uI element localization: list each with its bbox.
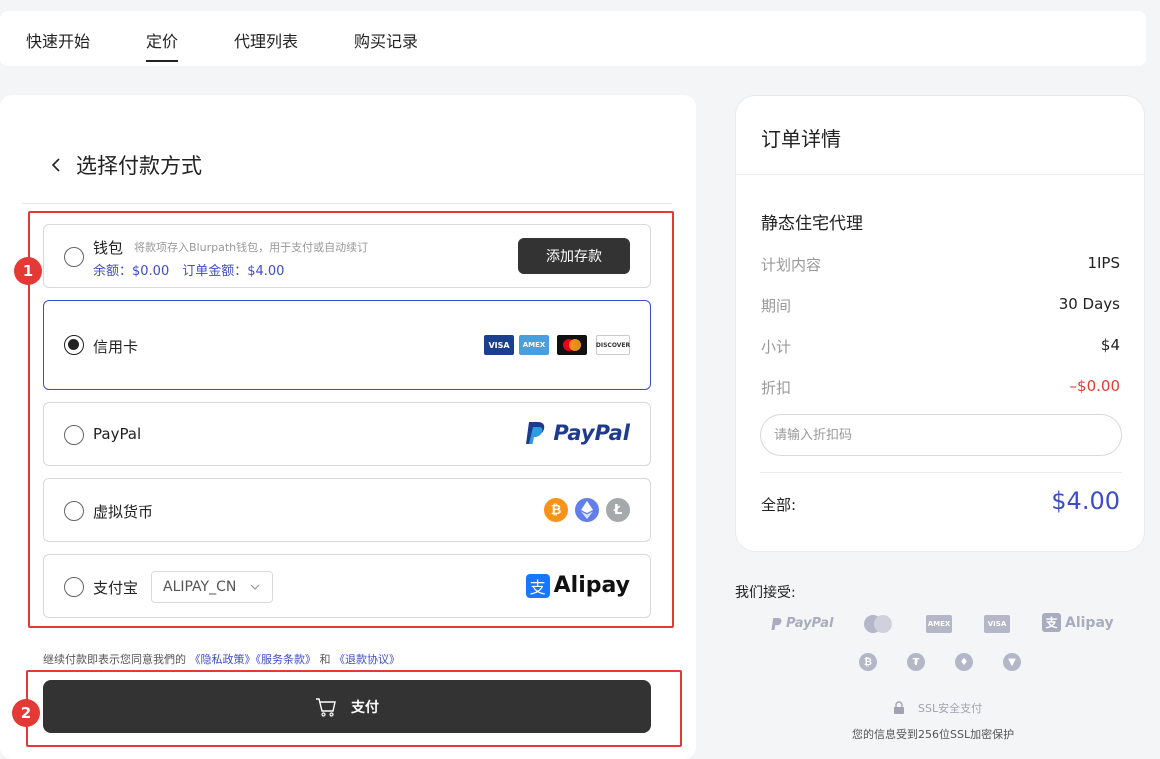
paypal-label: PayPal bbox=[93, 425, 142, 443]
divider bbox=[736, 174, 1144, 175]
alipay-icon: 支 bbox=[1042, 613, 1061, 632]
credit-card-label: 信用卡 bbox=[93, 338, 139, 356]
discount-label: 折扣 bbox=[761, 379, 792, 397]
wallet-radio[interactable] bbox=[64, 247, 84, 267]
subtotal-label: 小计 bbox=[761, 338, 792, 356]
annotation-badge-1: 1 bbox=[14, 257, 42, 285]
alipay-logo: 支 Alipay bbox=[525, 573, 630, 598]
coupon-input[interactable] bbox=[760, 414, 1122, 456]
litecoin-icon: Ł bbox=[606, 498, 630, 522]
accepted-payments-title: 我们接受: bbox=[735, 585, 796, 601]
bitcoin-icon: ₿ bbox=[544, 498, 568, 522]
divider bbox=[760, 472, 1122, 473]
visa-icon: VISA bbox=[484, 335, 514, 355]
refund-policy-link[interactable]: 《退款协议》 bbox=[334, 653, 400, 666]
tab-quick-start[interactable]: 快速开始 bbox=[26, 28, 90, 52]
mastercard-accepted-icon bbox=[862, 614, 894, 634]
period-value: 30 Days bbox=[1058, 295, 1120, 313]
amex-accepted-icon: AMEX bbox=[926, 615, 952, 633]
product-name: 静态住宅代理 bbox=[761, 214, 863, 234]
back-button[interactable]: 选择付款方式 bbox=[48, 150, 202, 180]
paypal-radio[interactable] bbox=[64, 425, 84, 445]
bitcoin-accepted-icon: ₿ bbox=[859, 653, 877, 671]
cart-icon bbox=[316, 697, 336, 717]
alipay-accepted-logo: 支 Alipay bbox=[1042, 613, 1114, 632]
lock-icon bbox=[894, 701, 904, 714]
discount-value: –$0.00 bbox=[1069, 377, 1120, 395]
amex-icon: AMEX bbox=[519, 335, 549, 355]
crypto-label: 虚拟货币 bbox=[93, 503, 154, 521]
alipay-region-value: ALIPAY_CN bbox=[163, 579, 237, 595]
order-title: 订单详情 bbox=[761, 127, 841, 151]
ssl-secure-row: SSL安全支付 bbox=[892, 700, 982, 716]
alipay-icon: 支 bbox=[525, 573, 550, 598]
plan-value: 1IPS bbox=[1087, 254, 1120, 272]
credit-card-radio[interactable] bbox=[64, 335, 84, 355]
tab-proxy-list[interactable]: 代理列表 bbox=[234, 28, 298, 52]
ethereum-accepted-icon: ♦ bbox=[955, 653, 973, 671]
period-label: 期间 bbox=[761, 297, 792, 315]
alipay-region-select[interactable]: ALIPAY_CN bbox=[151, 571, 273, 603]
payment-option-credit-card[interactable]: 信用卡 VISA AMEX DISCOVER bbox=[43, 300, 651, 390]
alipay-radio[interactable] bbox=[64, 577, 84, 597]
order-details-panel: 订单详情 静态住宅代理 计划内容 1IPS 期间 30 Days 小计 $4 折… bbox=[735, 95, 1145, 552]
chevron-left-icon bbox=[51, 158, 60, 172]
mastercard-icon bbox=[557, 335, 587, 355]
wallet-label: 钱包 bbox=[93, 239, 124, 257]
ethereum-icon bbox=[575, 498, 599, 522]
terms-text: 继续付款即表示您同意我們的 《隐私政策》《服务条款》 和 《退款协议》 bbox=[43, 653, 400, 666]
top-nav: 快速开始 定价 代理列表 购买记录 bbox=[0, 11, 1146, 66]
plan-label: 计划内容 bbox=[761, 256, 822, 274]
chevron-down-icon bbox=[250, 584, 260, 590]
tether-accepted-icon: ₮ bbox=[907, 653, 925, 671]
payment-option-alipay[interactable]: 支付宝 ALIPAY_CN 支 Alipay bbox=[43, 554, 651, 618]
page-title: 选择付款方式 bbox=[76, 154, 202, 178]
pay-button-label: 支付 bbox=[351, 699, 379, 716]
paypal-icon bbox=[771, 617, 782, 630]
paypal-logo: PayPal bbox=[525, 421, 630, 445]
paypal-icon bbox=[526, 422, 545, 444]
pay-button[interactable]: 支付 bbox=[43, 680, 651, 733]
total-label: 全部: bbox=[761, 496, 797, 514]
payment-option-crypto[interactable]: 虚拟货币 ₿ Ł bbox=[43, 478, 651, 542]
alipay-logo-text: Alipay bbox=[553, 573, 630, 598]
alipay-label: 支付宝 bbox=[93, 579, 139, 597]
payment-option-paypal[interactable]: PayPal PayPal bbox=[43, 402, 651, 466]
discover-icon: DISCOVER bbox=[596, 335, 630, 355]
tab-pricing[interactable]: 定价 bbox=[146, 28, 179, 62]
add-deposit-button[interactable]: 添加存款 bbox=[518, 238, 630, 274]
subtotal-value: $4 bbox=[1100, 336, 1120, 354]
crypto-radio[interactable] bbox=[64, 501, 84, 521]
wallet-description: 将款项存入Blurpath钱包，用于支付或自动续订 bbox=[134, 241, 369, 254]
tab-purchase-history[interactable]: 购买记录 bbox=[354, 28, 418, 52]
paypal-accepted-logo: PayPal bbox=[771, 616, 833, 631]
paypal-logo-text: PayPal bbox=[553, 421, 630, 445]
ssl-label: SSL安全支付 bbox=[918, 702, 983, 715]
privacy-policy-link[interactable]: 《隐私政策》 bbox=[190, 653, 256, 666]
visa-accepted-icon: VISA bbox=[984, 615, 1010, 633]
wallet-balance: 余额：$0.00 订单金额：$4.00 bbox=[93, 264, 285, 279]
tron-accepted-icon: ▼ bbox=[1003, 653, 1021, 671]
terms-of-service-link[interactable]: 《服务条款》 bbox=[256, 653, 317, 666]
divider bbox=[22, 203, 672, 204]
total-value: $4.00 bbox=[1051, 487, 1120, 515]
annotation-badge-2: 2 bbox=[12, 699, 40, 727]
ssl-note: 您的信息受到256位SSL加密保护 bbox=[852, 728, 1015, 741]
payment-option-wallet[interactable]: 钱包 将款项存入Blurpath钱包，用于支付或自动续订 余额：$0.00 订单… bbox=[43, 224, 651, 288]
